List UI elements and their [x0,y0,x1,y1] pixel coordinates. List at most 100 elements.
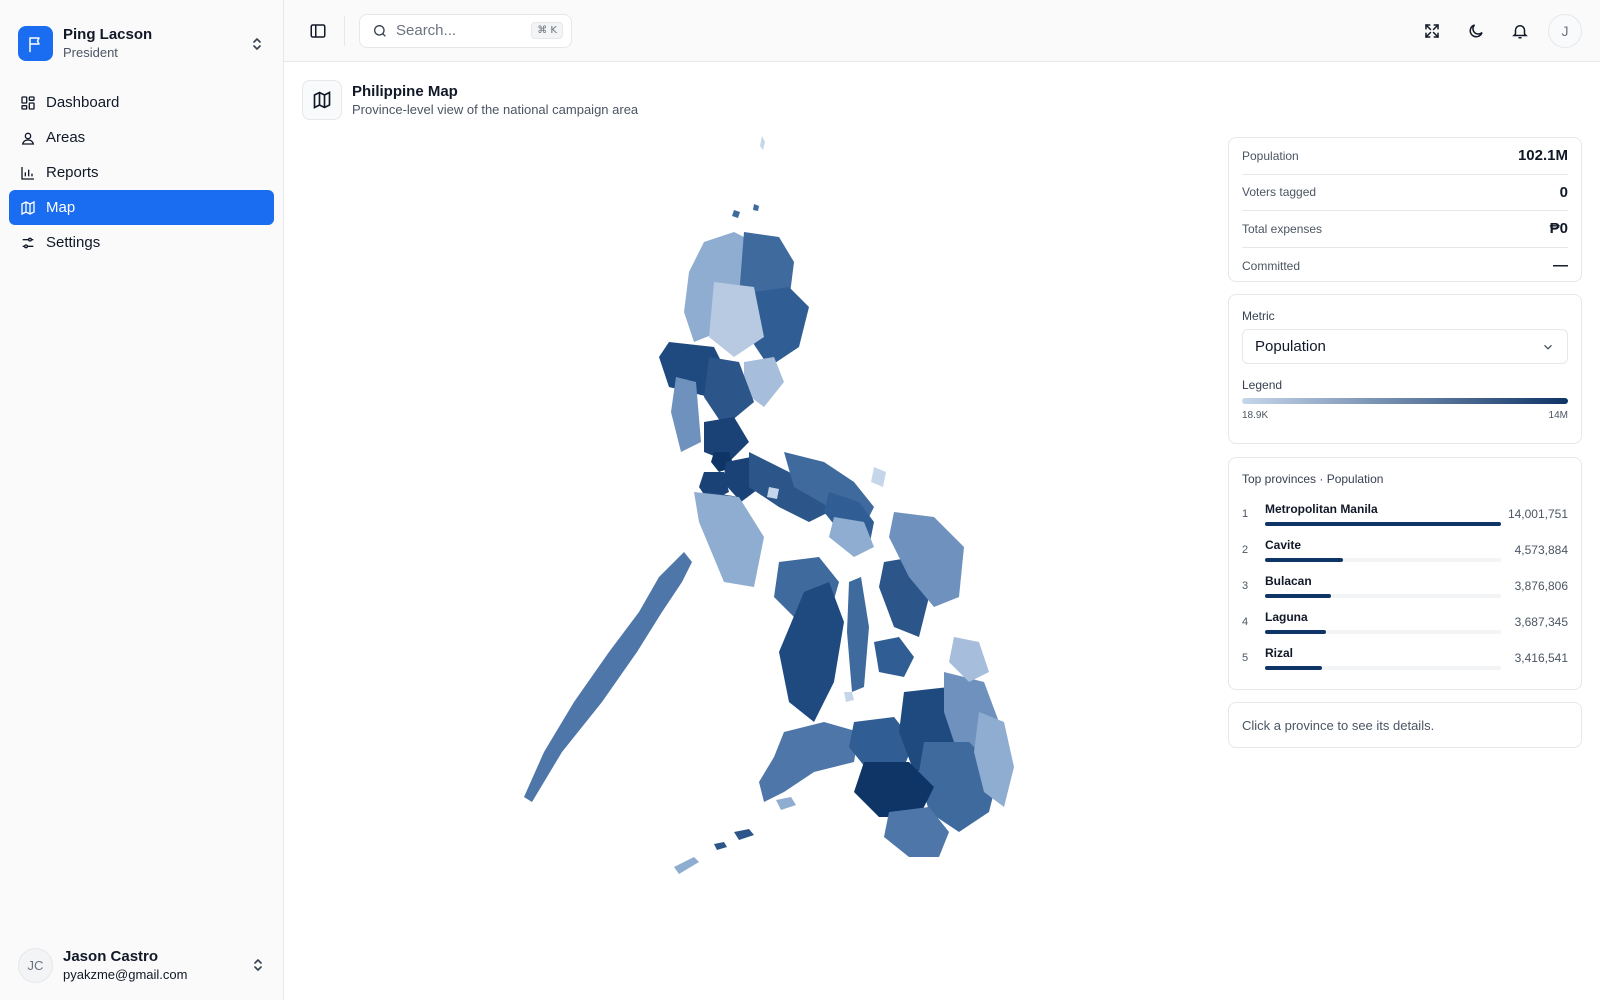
fullscreen-button[interactable] [1416,15,1448,47]
topbar: Search... ⌘ K J [284,0,1600,62]
divider [344,15,345,46]
province-zambales[interactable] [671,377,701,452]
list-item[interactable]: 1 Metropolitan Manila 14,001,751 [1242,496,1568,532]
avatar: JC [18,947,53,983]
theme-toggle-button[interactable] [1460,15,1492,47]
sidebar-item-reports[interactable]: Reports [9,155,274,190]
metric-panel: Metric Population Legend 18.9K 14M [1228,294,1582,444]
stat-value: 0 [1559,183,1568,201]
province-hint: Click a province to see its details. [1228,702,1582,748]
sidebar-item-label: Settings [46,234,101,251]
legend-label: Legend [1242,378,1283,392]
notifications-button[interactable] [1504,15,1536,47]
dashboard-icon [19,94,37,112]
province-rank: 1 [1242,508,1249,520]
province-batanes[interactable] [760,136,765,150]
province-name: Laguna [1264,610,1308,624]
province-zamboanga[interactable] [759,722,859,802]
stat-committed: Committed — [1242,248,1568,285]
sidebar-toggle-button[interactable] [302,15,334,47]
province-tawi-tawi[interactable] [674,857,699,874]
province-bar-track [1264,558,1501,562]
moon-icon [1469,23,1483,37]
province-babuyan[interactable] [732,204,759,218]
reports-icon [19,164,37,182]
province-value: 14,001,751 [1507,507,1568,521]
philippine-map[interactable] [314,132,1194,902]
province-siquijor[interactable] [844,692,854,702]
sidebar-item-areas[interactable]: Areas [9,120,274,155]
stat-value: — [1553,257,1568,275]
page-title: Philippine Map [352,83,458,100]
sidebar-item-dashboard[interactable]: Dashboard [9,85,274,120]
legend-max: 14M [1548,410,1568,421]
flag-icon [18,26,53,61]
top-provinces-panel: Top provinces · Population 1 Metropolitan… [1228,457,1582,690]
stat-voters-tagged: Voters tagged 0 [1242,175,1568,211]
list-item[interactable]: 4 Laguna 3,687,345 [1242,604,1568,640]
main: Search... ⌘ K J Philippine Map Province-… [284,0,1600,1000]
province-bar-track [1264,594,1501,598]
stat-label: Population [1242,148,1299,163]
list-item[interactable]: 3 Bulacan 3,876,806 [1242,568,1568,604]
province-rank: 2 [1242,544,1249,556]
stat-value: ₱0 [1549,220,1568,238]
sidebar-item-map[interactable]: Map [9,190,274,225]
sidebar-nav: Dashboard Areas Reports Map Settings [0,70,283,260]
chevron-up-down-icon[interactable] [250,955,266,975]
stats-panel: Population 102.1M Voters tagged 0 Total … [1228,137,1582,282]
sidebar-item-settings[interactable]: Settings [9,225,274,260]
legend-min: 18.9K [1242,410,1269,421]
search-placeholder: Search... [396,22,457,39]
province-basilan[interactable] [776,797,796,810]
sidebar-item-label: Dashboard [46,94,120,111]
stat-total-expenses: Total expenses ₱0 [1242,211,1568,248]
province-bar-fill [1264,522,1501,526]
province-bar-fill [1264,558,1343,562]
province-value: 3,687,345 [1514,615,1568,629]
sidebar-item-label: Map [46,199,76,216]
province-rank: 4 [1242,616,1249,628]
stat-population: Population 102.1M [1242,138,1568,175]
search-input[interactable]: Search... ⌘ K [359,13,572,48]
province-rank: 5 [1242,652,1249,664]
province-name: Metropolitan Manila [1264,502,1378,516]
province-bar-track [1264,522,1501,526]
chevron-up-down-icon[interactable] [249,34,265,54]
bell-icon [1512,24,1528,38]
province-marinduque[interactable] [767,487,779,499]
province-bar-track [1264,630,1501,634]
org-name: Ping Lacson [63,26,153,43]
province-mindoro[interactable] [694,492,764,587]
province-catanduanes[interactable] [871,467,886,487]
list-item[interactable]: 2 Cavite 4,573,884 [1242,532,1568,568]
user-email: pyakzme@gmail.com [63,966,188,982]
settings-icon [19,234,37,252]
account-avatar[interactable]: J [1548,13,1582,48]
content: Population 102.1M Voters tagged 0 Total … [284,122,1600,1000]
org-switcher[interactable]: Ping Lacson President [0,0,283,70]
user-menu[interactable]: JC Jason Castro pyakzme@gmail.com [0,930,284,1000]
chevron-down-icon [1544,344,1552,350]
stat-label: Total expenses [1242,221,1323,236]
user-name: Jason Castro [63,947,159,965]
province-palawan[interactable] [524,552,692,802]
province-bohol[interactable] [874,637,914,677]
search-icon [374,24,386,37]
province-value: 4,573,884 [1514,543,1568,557]
list-item[interactable]: 5 Rizal 3,416,541 [1242,640,1568,676]
page-header: Philippine Map Province-level view of th… [284,62,1600,122]
map-icon [302,80,342,120]
shortcut-badge: ⌘ K [531,22,563,39]
province-cebu[interactable] [847,577,869,692]
expand-icon [1425,23,1439,38]
stat-label: Committed [1242,258,1301,273]
province-sulu[interactable] [714,829,754,850]
province-name: Rizal [1264,646,1293,660]
sidebar-item-label: Areas [46,129,86,146]
metric-select[interactable]: Population [1242,329,1568,364]
top-provinces-title: Top provinces · Population [1242,472,1384,486]
province-bar-fill [1264,666,1322,670]
stat-label: Voters tagged [1242,185,1317,200]
province-bar-fill [1264,594,1332,598]
